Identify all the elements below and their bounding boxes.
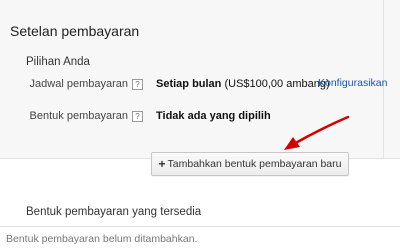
payment-method-label: Bentuk pembayaran (29, 110, 128, 122)
payment-schedule-threshold: (US$100,00 ambang) (221, 78, 330, 90)
add-payment-method-button[interactable]: + Tambahkan bentuk pembayaran baru (151, 152, 349, 176)
red-arrow-annotation (284, 115, 350, 150)
payment-method-none: Tidak ada yang dipilih (156, 110, 271, 122)
plus-icon: + (158, 157, 166, 171)
divider (0, 226, 400, 227)
available-payment-methods-heading: Bentuk pembayaran yang tersedia (26, 206, 202, 218)
your-choices-heading: Pilihan Anda (26, 56, 90, 68)
payment-schedule-value: Setiap bulan (US$100,00 ambang) (156, 78, 330, 90)
page-title: Setelan pembayaran (10, 23, 140, 39)
payment-schedule-label: Jadwal pembayaran (29, 78, 128, 90)
help-icon[interactable]: ? (132, 111, 143, 122)
empty-state-text: Bentuk pembayaran belum ditambahkan. (6, 233, 198, 245)
payment-schedule-frequency: Setiap bulan (156, 78, 222, 90)
help-icon[interactable]: ? (132, 79, 143, 90)
configure-link[interactable]: Konfigurasikan (318, 77, 387, 89)
payment-method-value: Tidak ada yang dipilih (156, 110, 271, 122)
add-payment-method-label: Tambahkan bentuk pembayaran baru (167, 158, 342, 170)
